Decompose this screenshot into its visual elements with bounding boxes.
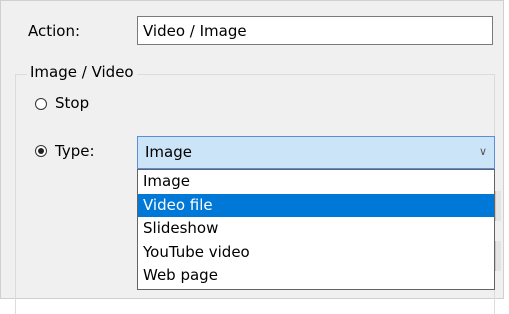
type-dropdown-list: Image Video file Slideshow YouTube video… (137, 169, 495, 290)
dropdown-option-web-page[interactable]: Web page (138, 264, 494, 288)
dropdown-option-image[interactable]: Image (138, 170, 494, 194)
chevron-down-icon[interactable]: ∨ (479, 145, 487, 158)
stop-label: Stop (55, 94, 90, 112)
type-label: Type: (55, 142, 95, 160)
hidden-control-edge (495, 191, 501, 221)
dropdown-option-youtube-video[interactable]: YouTube video (138, 241, 494, 265)
dropdown-option-video-file[interactable]: Video file (138, 193, 494, 217)
type-select-value: Image (145, 143, 192, 161)
action-label: Action: (28, 22, 81, 40)
type-select[interactable]: Image ∨ (137, 136, 495, 169)
dialog-panel: Action: Image / Video Stop Type: Image ∨… (0, 0, 504, 314)
group-title: Image / Video (27, 63, 137, 81)
dropdown-option-slideshow[interactable]: Slideshow (138, 217, 494, 241)
action-input[interactable] (137, 16, 493, 45)
stop-radio[interactable] (35, 98, 47, 110)
hidden-control-edge (495, 241, 501, 271)
type-radio[interactable] (35, 145, 47, 157)
radio-selected-dot (38, 148, 44, 154)
